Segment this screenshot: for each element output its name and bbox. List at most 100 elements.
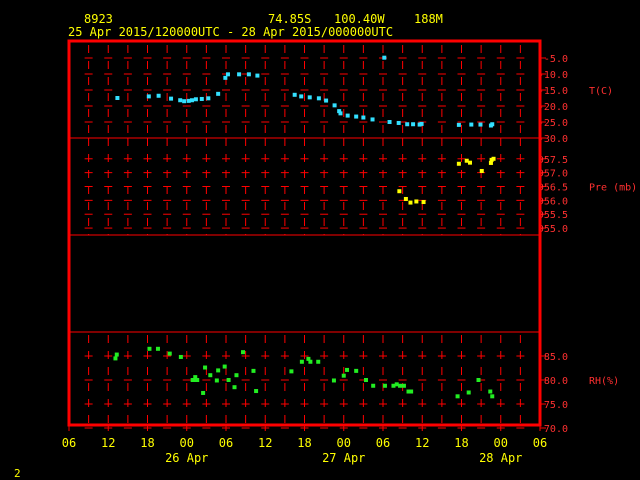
data-point xyxy=(147,346,152,351)
data-point xyxy=(479,168,484,173)
data-point xyxy=(193,97,198,102)
data-point xyxy=(411,122,416,127)
data-point xyxy=(338,111,343,116)
data-point xyxy=(178,98,183,103)
x-tick-label: 06 xyxy=(62,436,76,450)
data-point xyxy=(199,96,204,101)
data-point xyxy=(255,73,260,78)
data-point xyxy=(201,390,206,395)
data-point xyxy=(237,72,242,77)
y-tick-label: 75.0 xyxy=(544,400,568,411)
y-tick-label: 956.5 xyxy=(538,183,568,194)
data-point xyxy=(289,369,294,374)
data-point xyxy=(419,121,424,126)
data-point xyxy=(115,96,120,100)
data-point xyxy=(299,359,304,364)
data-point xyxy=(466,390,471,395)
data-point xyxy=(456,161,461,166)
x-tick-label: 06 xyxy=(376,436,390,450)
y-tick-label: 955.0 xyxy=(538,224,568,235)
data-point xyxy=(216,91,221,96)
data-point xyxy=(414,199,419,204)
data-point xyxy=(370,117,375,122)
data-point xyxy=(155,346,160,351)
y-tick-label: 957.5 xyxy=(538,155,568,166)
data-point xyxy=(490,122,495,127)
data-point xyxy=(398,383,403,388)
data-point xyxy=(226,378,231,382)
data-point xyxy=(405,122,410,127)
data-point xyxy=(222,364,227,369)
y-tick-label: -10.0 xyxy=(538,70,568,81)
x-tick-label: 06 xyxy=(533,436,547,450)
data-point xyxy=(195,378,200,382)
data-point xyxy=(114,352,119,357)
latitude: 74.85S xyxy=(268,12,311,26)
data-point xyxy=(189,98,194,103)
data-point xyxy=(331,378,336,383)
data-point xyxy=(299,94,304,99)
data-point xyxy=(409,389,414,394)
data-point xyxy=(403,196,408,201)
x-tick-label: 18 xyxy=(297,436,311,450)
data-point xyxy=(345,113,350,118)
y-tick-label: -20.0 xyxy=(538,102,568,113)
data-point xyxy=(113,356,118,361)
y-axis-labels: -5.0 -10.0 -15.0 -20.0 -25.0 -30.0 T(C) 957.5 95… xyxy=(538,54,637,435)
panel-label: T(C) xyxy=(589,86,613,97)
data-point xyxy=(241,350,246,355)
y-tick-label: 70.0 xyxy=(544,424,568,435)
x-tick-label: 12 xyxy=(101,436,115,450)
x-axis-labels: 06 12 18 00 06 12 18 00 06 12 18 00 06 26 Apr 27 Apr 28… xyxy=(62,436,547,465)
data-point xyxy=(146,94,151,99)
data-point xyxy=(408,200,413,205)
x-tick-label: 00 xyxy=(180,436,194,450)
data-point xyxy=(363,378,368,382)
time-range: 25 Apr 2015/120000UTC - 28 Apr 2015/0000… xyxy=(68,25,393,39)
data-point xyxy=(396,120,401,125)
date-label: 26 Apr xyxy=(165,451,208,465)
y-tick-label: 957.0 xyxy=(538,169,568,180)
y-tick-label: -15.0 xyxy=(538,86,568,97)
x-tick-label: 12 xyxy=(415,436,429,450)
data-point xyxy=(292,92,297,97)
y-tick-label: 956.0 xyxy=(538,196,568,207)
data-point xyxy=(203,365,208,370)
x-tick-label: 00 xyxy=(494,436,508,450)
data-point xyxy=(225,72,230,77)
data-point xyxy=(214,378,219,383)
data-point xyxy=(232,385,237,390)
data-point xyxy=(490,394,495,399)
data-point xyxy=(167,351,172,356)
data-point xyxy=(361,115,366,120)
y-tick-label: -30.0 xyxy=(538,134,568,145)
data-point xyxy=(354,114,359,119)
y-tick-label: 80.0 xyxy=(544,376,568,387)
data-point xyxy=(401,383,406,388)
data-point xyxy=(316,359,321,364)
page-number: 2 xyxy=(14,467,21,480)
data-point xyxy=(216,368,221,373)
x-tick-label: 06 xyxy=(219,436,233,450)
data-point xyxy=(254,389,259,394)
panel-label: RH(%) xyxy=(589,376,619,387)
data-point xyxy=(345,367,350,372)
y-tick-label: 955.5 xyxy=(538,210,568,221)
data-point xyxy=(178,354,183,359)
data-point xyxy=(169,96,174,101)
data-point xyxy=(341,373,346,378)
data-point xyxy=(476,378,481,382)
data-point xyxy=(421,200,426,205)
data-point xyxy=(316,96,321,101)
data-point xyxy=(354,368,359,373)
data-point xyxy=(223,75,228,80)
y-tick-label: -5.0 xyxy=(544,54,568,65)
y-tick-label: -25.0 xyxy=(538,118,568,129)
date-label: 27 Apr xyxy=(322,451,365,465)
date-label: 28 Apr xyxy=(479,451,522,465)
longitude: 100.40W xyxy=(334,12,385,26)
data-point xyxy=(488,389,493,394)
data-point xyxy=(382,383,387,388)
data-point xyxy=(308,359,313,364)
x-tick-label: 12 xyxy=(258,436,272,450)
